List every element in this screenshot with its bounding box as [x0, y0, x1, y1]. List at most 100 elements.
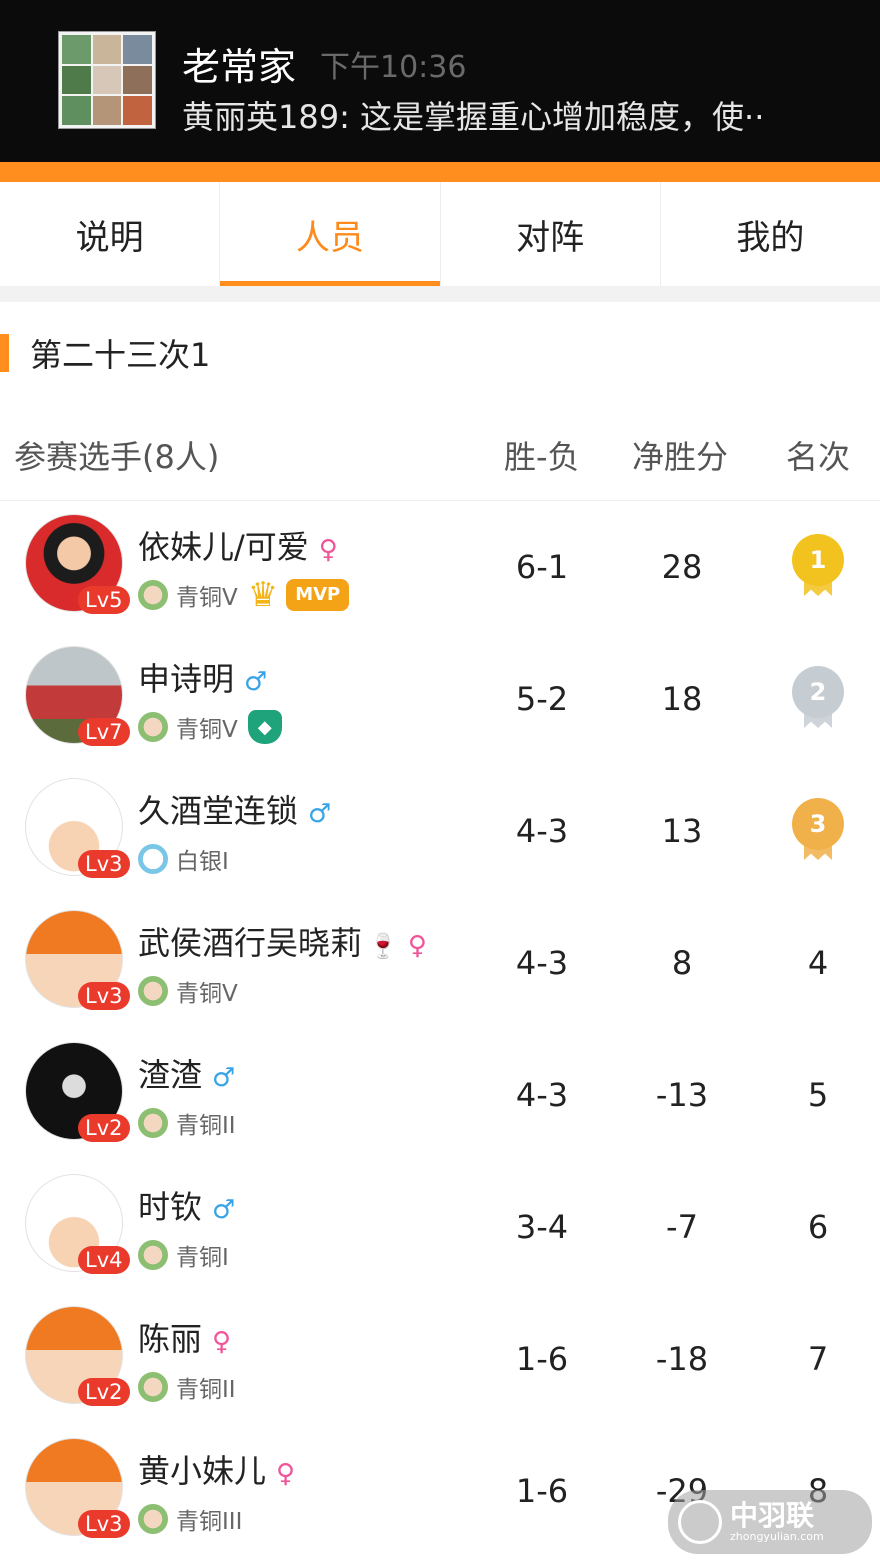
player-list: Lv5 依妹儿/可爱 ♀ 青铜V ♛ MVP 6-1 28 1 Lv7 申诗明 ♂ …: [0, 502, 880, 1558]
player-name-line: 渣渣 ♂: [138, 1050, 235, 1096]
player-name-line: 依妹儿/可爱 ♀: [138, 522, 338, 568]
net-points-value: 18: [661, 680, 703, 718]
shuttlecock-icon: [678, 1500, 722, 1544]
male-icon: ♂: [244, 667, 268, 697]
win-loss-value: 6-1: [515, 548, 569, 586]
tier-info: 青铜II: [138, 1106, 236, 1140]
player-name-line: 时钦 ♂: [138, 1182, 235, 1228]
player-row[interactable]: Lv3 武侯酒行吴晓莉 🍷 ♀ 青铜V 4-3 8 4: [0, 898, 880, 1030]
player-name: 陈丽: [138, 1320, 203, 1358]
gold-medal-icon: 1: [792, 534, 844, 586]
bronze-tier-icon: [138, 1108, 168, 1138]
male-icon: ♂: [308, 799, 332, 829]
net-points-value: 28: [661, 548, 703, 586]
watermark-text: 中羽联 zhongyulian.com: [730, 1501, 824, 1543]
watermark-logo: 中羽联 zhongyulian.com: [668, 1490, 872, 1554]
table-header: 参赛选手(8人) 胜-负 净胜分 名次: [0, 402, 880, 501]
tier-info: 青铜III: [138, 1502, 242, 1536]
win-loss-value: 1-6: [515, 1340, 569, 1378]
tier-label: 白银I: [176, 849, 229, 875]
rank-value: 7: [807, 1340, 829, 1378]
tier-label: 青铜I: [176, 1245, 229, 1271]
tier-label: 青铜III: [176, 1509, 243, 1535]
player-name-line: 久酒堂连锁 ♂: [138, 786, 331, 832]
player-row[interactable]: Lv3 久酒堂连锁 ♂ 白银I 4-3 13 3: [0, 766, 880, 898]
tier-label: 青铜V: [176, 717, 238, 743]
notification-title: 老常家: [182, 45, 297, 89]
rank-value: 4: [807, 944, 829, 982]
silver-tier-icon: [138, 844, 168, 874]
level-badge: Lv2: [78, 1114, 130, 1142]
group-avatar: [58, 31, 156, 129]
win-loss-value: 4-3: [515, 812, 569, 850]
bronze-tier-icon: [138, 976, 168, 1006]
level-badge: Lv2: [78, 1378, 130, 1406]
net-points-value: -7: [666, 1208, 698, 1246]
win-loss-value: 5-2: [515, 680, 569, 718]
column-net-points: 净胜分: [632, 438, 729, 476]
watermark-url: zhongyulian.com: [730, 1530, 824, 1543]
player-name-line: 黄小妹儿 ♀: [138, 1446, 295, 1492]
female-icon: ♀: [318, 535, 338, 565]
bronze-tier-icon: [138, 712, 168, 742]
bronze-tier-icon: [138, 1240, 168, 1270]
female-icon: ♀: [212, 1327, 232, 1357]
tier-info: 青铜V ♛ MVP: [138, 578, 350, 612]
level-badge: Lv3: [78, 850, 130, 878]
section-accent-mark: [0, 334, 9, 372]
level-badge: Lv4: [78, 1246, 130, 1274]
player-name: 久酒堂连锁: [138, 792, 299, 830]
win-loss-value: 3-4: [515, 1208, 569, 1246]
column-player: 参赛选手(8人): [14, 438, 220, 476]
bronze-medal-icon: 3: [792, 798, 844, 850]
male-icon: ♂: [212, 1063, 236, 1093]
net-points-value: 13: [661, 812, 703, 850]
tab-mine[interactable]: 我的: [659, 182, 880, 286]
bronze-tier-icon: [138, 1504, 168, 1534]
player-row[interactable]: Lv5 依妹儿/可爱 ♀ 青铜V ♛ MVP 6-1 28 1: [0, 502, 880, 634]
tab-description[interactable]: 说明: [0, 182, 219, 286]
player-name: 依妹儿/可爱: [138, 528, 309, 566]
female-icon: ♀: [276, 1459, 296, 1489]
net-points-value: -18: [655, 1340, 709, 1378]
net-points-value: 8: [671, 944, 693, 982]
divider: [0, 286, 880, 302]
silver-medal-icon: 2: [792, 666, 844, 718]
win-loss-value: 1-6: [515, 1472, 569, 1510]
column-rank: 名次: [786, 438, 851, 476]
event-title: 第二十三次1: [30, 336, 211, 374]
tier-label: 青铜V: [176, 585, 238, 611]
tier-label: 青铜II: [176, 1113, 236, 1139]
level-badge: Lv5: [78, 586, 130, 614]
bronze-tier-icon: [138, 580, 168, 610]
player-name-line: 申诗明 ♂: [138, 654, 267, 700]
tier-label: 青铜II: [176, 1377, 236, 1403]
player-name: 申诗明: [138, 660, 235, 698]
player-name: 渣渣: [138, 1056, 203, 1094]
wine-glass-icon: 🍷: [368, 932, 398, 960]
player-name: 时钦: [138, 1188, 203, 1226]
player-row[interactable]: Lv4 时钦 ♂ 青铜I 3-4 -7 6: [0, 1162, 880, 1294]
player-row[interactable]: Lv7 申诗明 ♂ 青铜V ◆ 5-2 18 2: [0, 634, 880, 766]
tier-info: 白银I: [138, 842, 229, 876]
event-section-header: 第二十三次1: [0, 302, 880, 403]
level-badge: Lv7: [78, 718, 130, 746]
player-row[interactable]: Lv2 陈丽 ♀ 青铜II 1-6 -18 7: [0, 1294, 880, 1426]
header-accent-bar: [0, 162, 880, 182]
notification-time: 下午10:36: [320, 50, 467, 85]
shield-icon: ◆: [247, 710, 282, 744]
rank-value: 6: [807, 1208, 829, 1246]
player-name: 黄小妹儿: [138, 1452, 267, 1490]
tab-members[interactable]: 人员: [219, 182, 440, 286]
watermark-name: 中羽联: [730, 1499, 815, 1532]
mvp-badge: MVP: [286, 579, 350, 611]
tab-matchups[interactable]: 对阵: [439, 182, 660, 286]
tier-info: 青铜V ◆: [138, 710, 282, 744]
tab-bar: 说明 人员 对阵 我的: [0, 182, 880, 287]
column-win-loss: 胜-负: [504, 438, 580, 476]
level-badge: Lv3: [78, 1510, 130, 1538]
notification-banner[interactable]: 老常家 下午10:36 黄丽英189: 这是掌握重心增加稳度，使··: [0, 0, 880, 162]
net-points-value: -13: [655, 1076, 709, 1114]
win-loss-value: 4-3: [515, 1076, 569, 1114]
player-row[interactable]: Lv2 渣渣 ♂ 青铜II 4-3 -13 5: [0, 1030, 880, 1162]
